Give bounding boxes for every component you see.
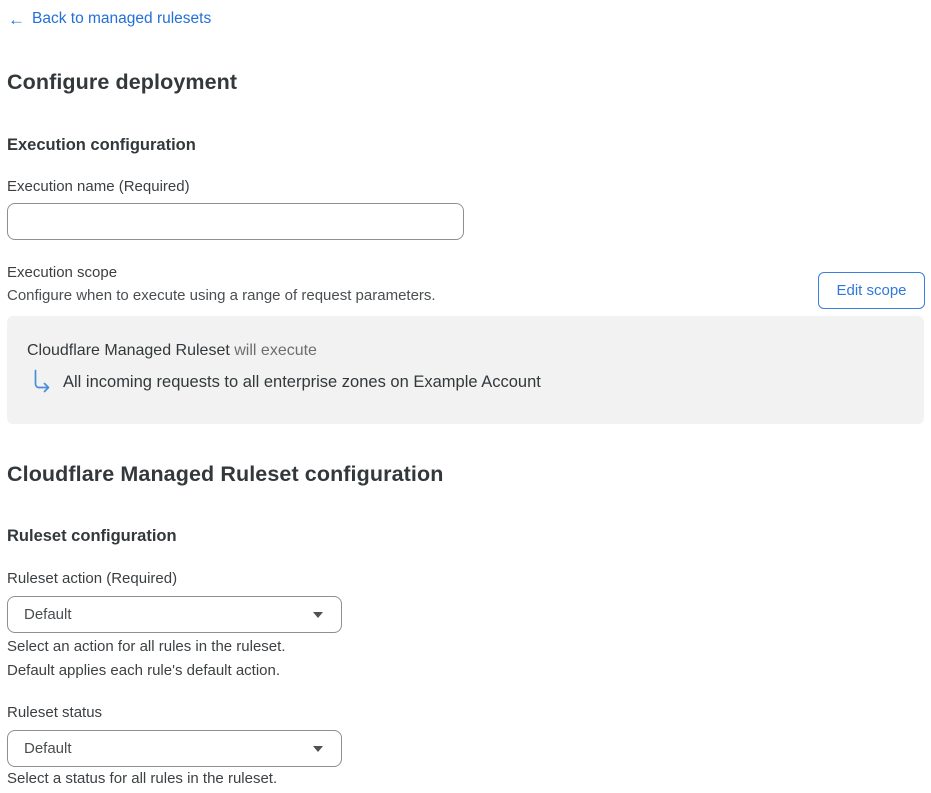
ruleset-configuration-heading: Cloudflare Managed Ruleset configuration (7, 462, 444, 486)
ruleset-action-select[interactable]: Default (7, 596, 342, 633)
execution-scope-description: Configure when to execute using a range … (7, 287, 436, 304)
ruleset-status-help: Select a status for all rules in the rul… (7, 770, 278, 787)
chevron-down-icon (313, 611, 323, 618)
execution-scope-label: Execution scope (7, 264, 118, 281)
ruleset-status-selected-value: Default (24, 740, 72, 757)
back-link[interactable]: ← Back to managed rulesets (8, 10, 211, 28)
ruleset-action-label: Ruleset action (Required) (7, 570, 178, 587)
page-title: Configure deployment (7, 70, 238, 94)
execution-name-input[interactable] (7, 203, 464, 240)
back-link-label: Back to managed rulesets (32, 10, 212, 27)
execution-summary-panel: Cloudflare Managed Ruleset will execute … (7, 316, 924, 424)
ruleset-subsection-heading: Ruleset configuration (7, 527, 177, 545)
ruleset-action-help-1: Select an action for all rules in the ru… (7, 638, 286, 655)
summary-ruleset-name: Cloudflare Managed Ruleset (27, 342, 230, 359)
summary-headline: Cloudflare Managed Ruleset will execute (27, 342, 904, 360)
edit-scope-button[interactable]: Edit scope (818, 272, 925, 309)
ruleset-action-help-2: Default applies each rule's default acti… (7, 662, 281, 679)
chevron-down-icon (313, 745, 323, 752)
configure-deployment-page: ← Back to managed rulesets Configure dep… (0, 0, 931, 793)
summary-scope-line: All incoming requests to all enterprise … (32, 369, 904, 393)
indent-arrow-icon (32, 369, 52, 393)
ruleset-status-label: Ruleset status (7, 704, 103, 721)
back-arrow-icon: ← (8, 9, 25, 29)
execution-configuration-heading: Execution configuration (7, 136, 196, 154)
ruleset-action-selected-value: Default (24, 606, 72, 623)
summary-will-execute: will execute (234, 342, 317, 359)
ruleset-status-select[interactable]: Default (7, 730, 342, 767)
execution-name-label: Execution name (Required) (7, 178, 190, 195)
summary-scope-text: All incoming requests to all enterprise … (63, 373, 541, 391)
